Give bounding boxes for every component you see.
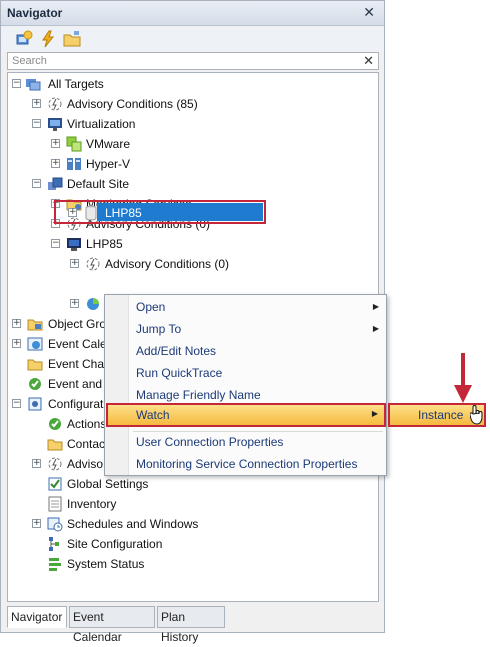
collapse-icon[interactable]: − [51, 239, 60, 248]
folder-edit-icon[interactable] [63, 30, 81, 48]
tree-item-event-chains[interactable]: Event Chai [8, 354, 108, 374]
expand-icon[interactable]: + [51, 159, 60, 168]
tree-item-hyperv[interactable]: + Hyper-V [8, 154, 378, 174]
tree-item-system-status[interactable]: System Status [8, 554, 378, 574]
tree-item-inventory[interactable]: Inventory [8, 494, 378, 514]
tree-item-advisory-conditions[interactable]: + Advisory Conditions (85) [8, 94, 378, 114]
menu-item-run-quicktrace[interactable]: Run QuickTrace [105, 362, 386, 384]
actions-icon [49, 418, 61, 430]
schedule-icon [47, 517, 63, 532]
tree-item-schedules[interactable]: + Schedules and Windows [8, 514, 378, 534]
tab-navigator[interactable]: Navigator [7, 606, 67, 628]
menu-item-add-edit-notes[interactable]: Add/Edit Notes [105, 340, 386, 362]
add-target-icon[interactable] [15, 30, 33, 48]
tree-item-event-calendar[interactable]: + Event Caler [8, 334, 111, 354]
callout-arrow-icon [454, 353, 472, 403]
menu-item-open[interactable]: Open ▶ [105, 296, 386, 318]
tab-plan-history[interactable]: Plan History [157, 606, 225, 644]
event-icon [29, 378, 41, 390]
site-configuration-icon [49, 537, 59, 551]
menu-item-monitoring-service-connection-properties[interactable]: Monitoring Service Connection Properties [105, 453, 386, 475]
expand-icon[interactable]: + [32, 519, 41, 528]
tree-item-actions[interactable]: Actions [8, 414, 108, 434]
tree-item-object-groups[interactable]: + Object Gro [8, 314, 108, 334]
advisory-icon [48, 97, 62, 111]
search-input[interactable] [8, 53, 348, 69]
submenu-arrow-icon: ▶ [371, 409, 378, 418]
targets-icon [26, 79, 41, 91]
tree-item-configuration[interactable]: − Configurati [8, 394, 108, 414]
tree-item-all-targets[interactable]: − All Targets [8, 74, 378, 94]
collapse-icon[interactable]: − [12, 79, 21, 88]
server-icon [67, 238, 81, 251]
tree-item-contacts[interactable]: Contac [8, 434, 108, 454]
hyperv-icon [67, 158, 81, 170]
clear-search-icon[interactable]: ✕ [363, 53, 374, 69]
tree-item-event-and[interactable]: Event and [8, 374, 108, 394]
tab-event-calendar[interactable]: Event Calendar [69, 606, 155, 644]
search-box: ✕ [7, 52, 379, 70]
expand-icon[interactable]: + [70, 299, 79, 308]
tree-item-vmware[interactable]: + VMware [8, 134, 378, 154]
tree-item-default-site[interactable]: − Default Site [8, 174, 378, 194]
menu-item-user-connection-properties[interactable]: User Connection Properties [105, 431, 386, 453]
site-icon [48, 177, 63, 190]
tree-item-site-configuration[interactable]: Site Configuration [8, 534, 378, 554]
navigator-toolbar [1, 27, 384, 51]
expand-icon[interactable]: + [51, 139, 60, 148]
tree-item-virtualization[interactable]: − Virtualization [8, 114, 378, 134]
tree-item-advisory[interactable]: + Adviso [8, 454, 108, 474]
tree-item-lhp85-server[interactable]: − LHP85 [8, 234, 378, 254]
menu-item-jump-to[interactable]: Jump To ▶ [105, 318, 386, 340]
tree-item-global-settings[interactable]: Global Settings [8, 474, 378, 494]
expand-icon[interactable]: + [70, 259, 79, 268]
mouse-cursor-icon [470, 405, 483, 425]
navigator-titlebar: Navigator ✕ [1, 1, 384, 26]
calendar-icon [27, 337, 43, 351]
inventory-icon [48, 496, 62, 512]
menu-item-watch[interactable]: Watch ▶ [106, 403, 386, 427]
submenu-arrow-icon: ▶ [372, 324, 379, 333]
folder-icon [47, 439, 63, 451]
collapse-icon[interactable]: − [32, 119, 41, 128]
context-menu: Open ▶ Jump To ▶ Add/Edit Notes Run Quic… [104, 294, 387, 476]
submenu-arrow-icon: ▶ [372, 302, 379, 311]
tree-item-hidden-node[interactable]: + [8, 294, 108, 314]
system-status-icon [49, 558, 61, 571]
advisory-icon [86, 257, 100, 271]
lightning-icon[interactable] [39, 30, 57, 48]
folder-icon [27, 319, 43, 331]
tree-item-advisory-conditions-server[interactable]: + Advisory Conditions (0) [8, 254, 378, 274]
monitor-icon [48, 118, 62, 131]
close-icon[interactable]: ✕ [363, 4, 375, 21]
expand-icon[interactable]: + [12, 339, 21, 348]
expand-icon[interactable]: + [32, 459, 41, 468]
collapse-icon[interactable]: − [12, 399, 21, 408]
expand-icon[interactable]: + [12, 319, 21, 328]
vmware-icon [66, 136, 82, 152]
folder-icon [27, 359, 43, 371]
checkbox-icon [48, 477, 62, 491]
selection-callout-box [54, 200, 266, 224]
collapse-icon[interactable]: − [32, 179, 41, 188]
configuration-icon [28, 397, 42, 411]
navigator-title: Navigator [7, 6, 63, 20]
expand-icon[interactable]: + [32, 99, 41, 108]
chart-icon [87, 298, 99, 310]
advisory-icon [48, 457, 62, 471]
